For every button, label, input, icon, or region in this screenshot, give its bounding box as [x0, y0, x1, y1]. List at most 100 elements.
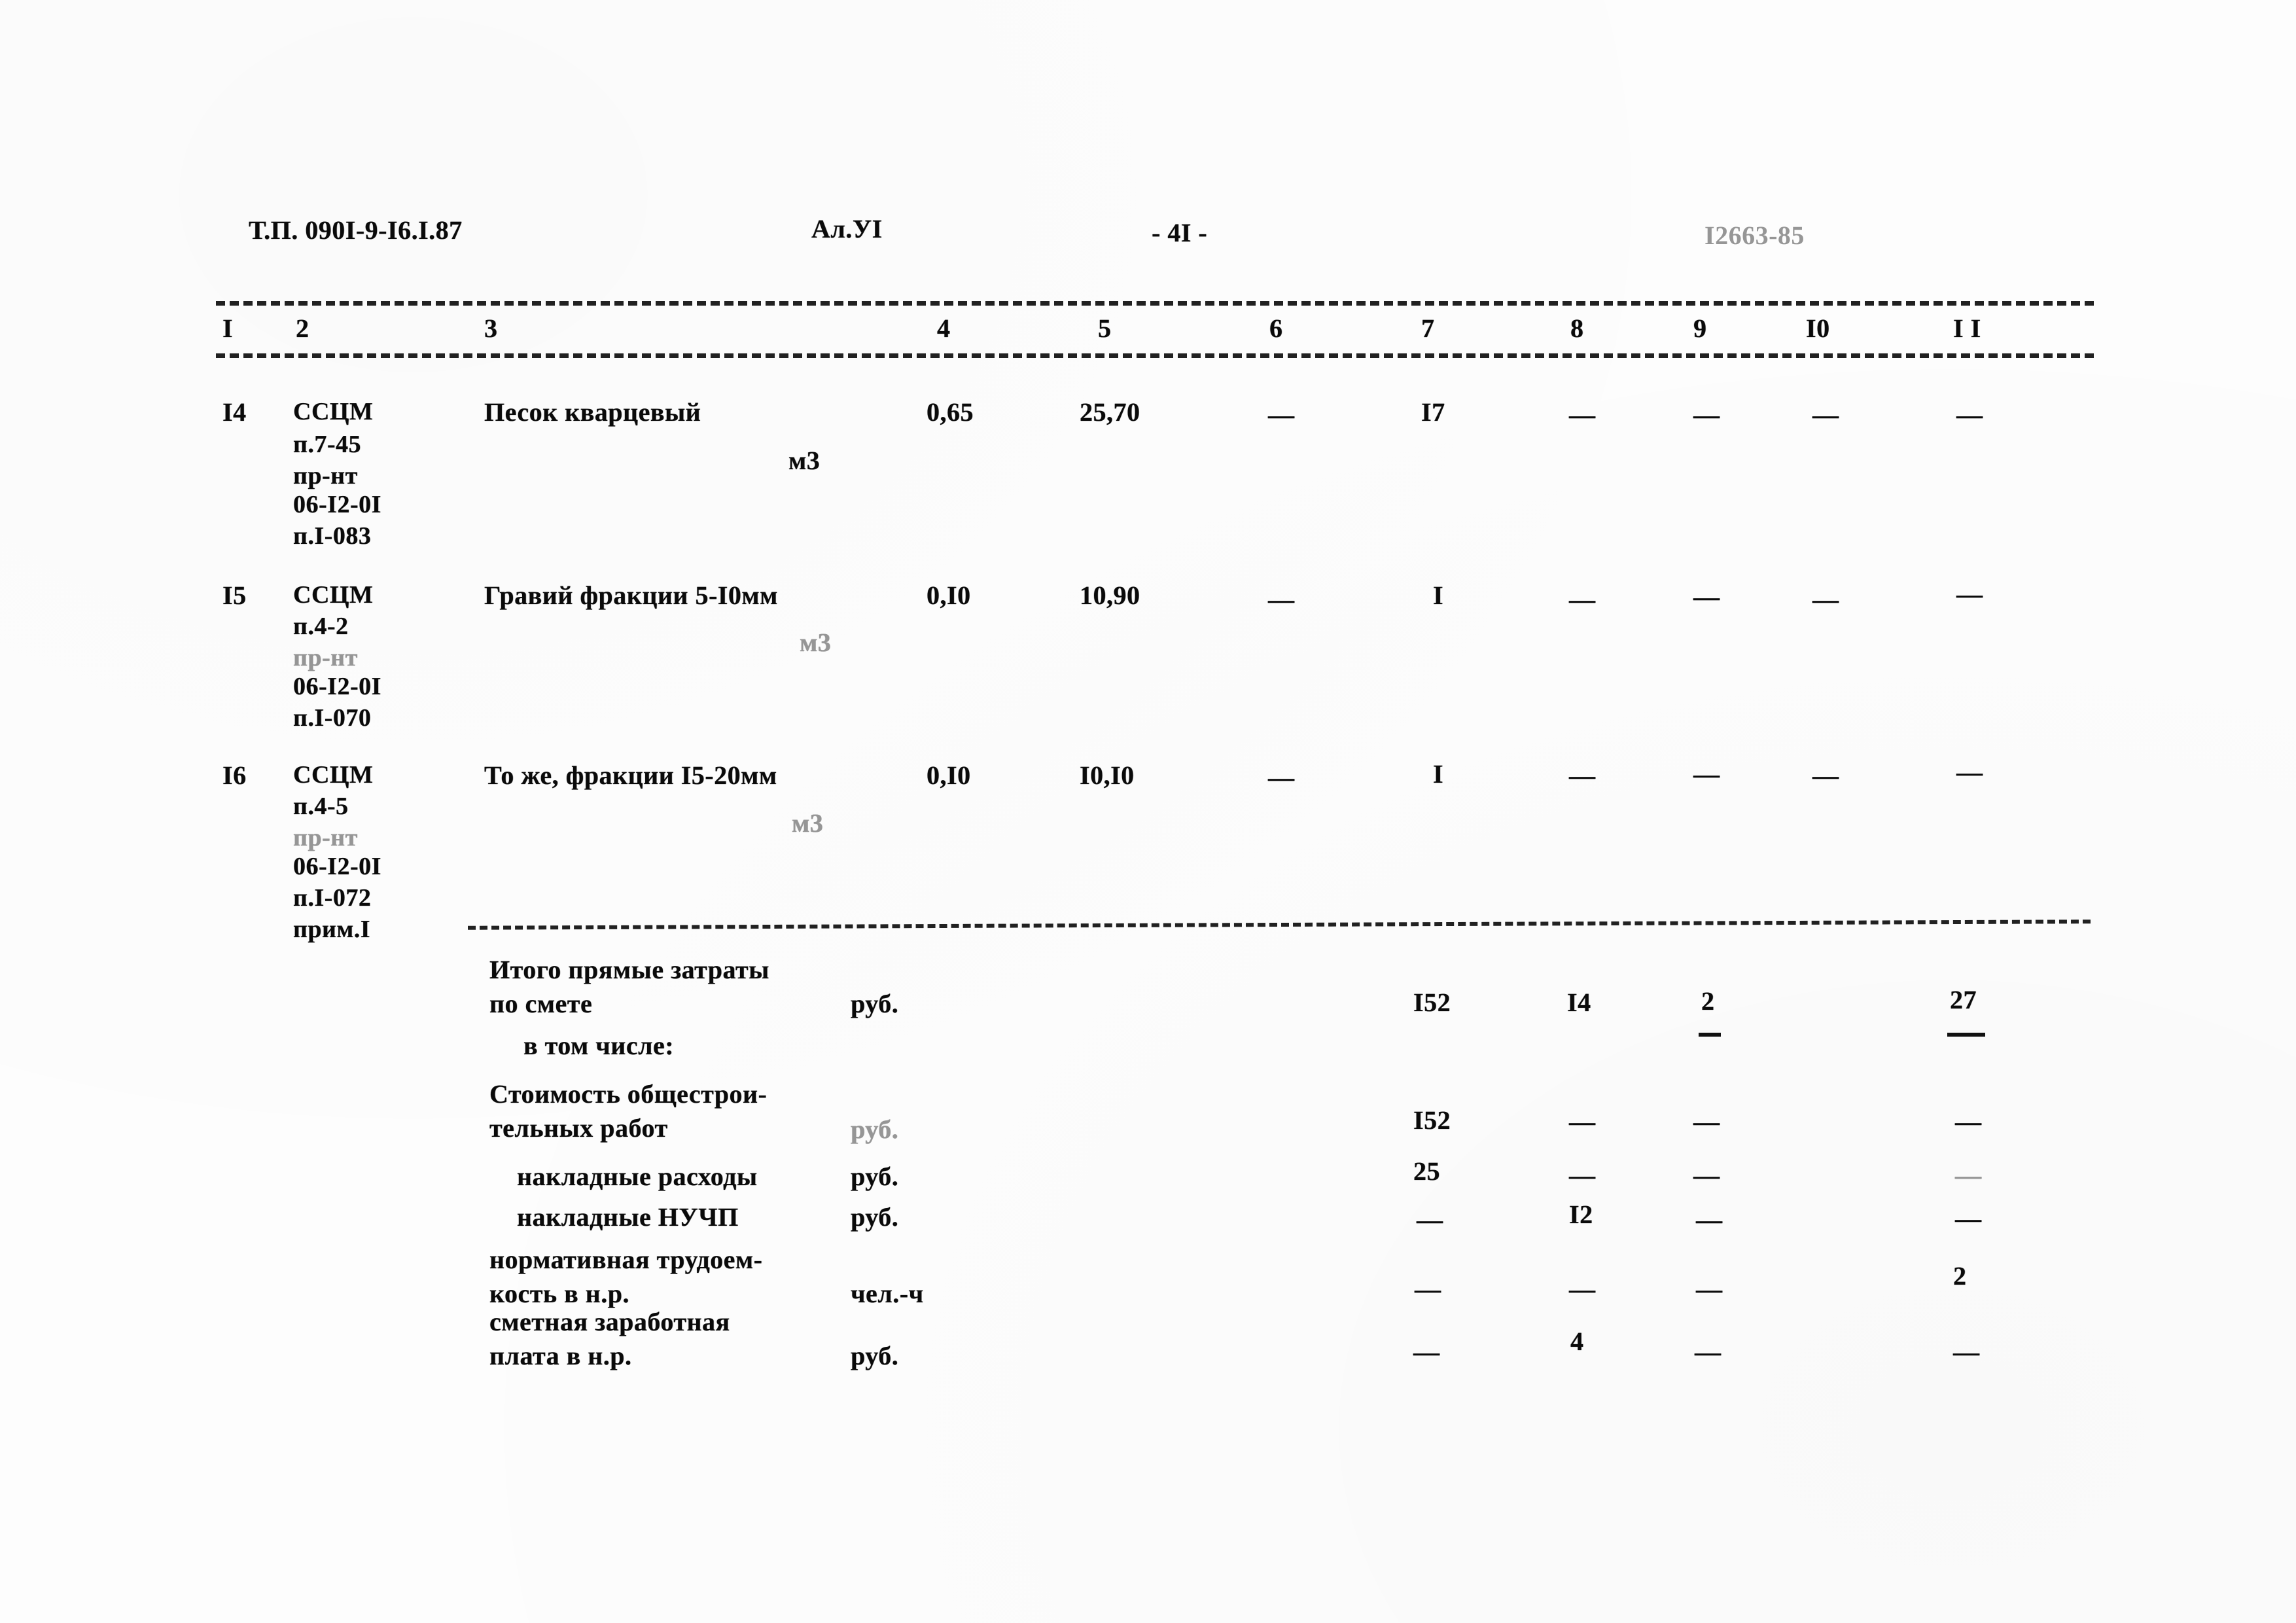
- table-rule-under-header: [216, 353, 2094, 358]
- summary-total-c11-underline: [1947, 1033, 1985, 1037]
- row-code-line: 06-I2-0I: [293, 853, 381, 880]
- row-cell-c8: —: [1569, 400, 1596, 429]
- row-cell-c6: —: [1268, 400, 1295, 429]
- summary-item-c8: —: [1569, 1274, 1596, 1304]
- row-code-line: п.I-072: [293, 884, 372, 912]
- summary-item-c8: 4: [1570, 1327, 1584, 1356]
- row-description: Песок кварцевый: [484, 397, 701, 427]
- row-code-line: п.7-45: [293, 431, 362, 458]
- summary-item-label-line1: накладные расходы: [517, 1162, 758, 1191]
- summary-item-label-line1: накладные НУЧП: [517, 1202, 739, 1232]
- row-code-line: ССЦМ: [293, 581, 374, 609]
- row-unit: м3: [788, 446, 821, 475]
- column-number-6: 6: [1269, 313, 1283, 343]
- column-number-2: 2: [296, 313, 309, 343]
- column-number-1: I: [222, 313, 234, 343]
- summary-item-label-line1: сметная заработная: [489, 1307, 730, 1336]
- row-cell-c10: —: [1812, 760, 1839, 790]
- column-number-10: I0: [1806, 313, 1830, 343]
- summary-including-label: в том числе:: [523, 1031, 675, 1060]
- summary-total-c7: I52: [1413, 988, 1451, 1017]
- summary-item-c9: —: [1696, 1205, 1723, 1234]
- summary-item-label-line1: нормативная трудоем-: [489, 1245, 763, 1274]
- row-cell-c9: —: [1693, 400, 1720, 429]
- summary-total-c9: 2: [1701, 986, 1715, 1016]
- summary-item-c9: —: [1693, 1160, 1720, 1190]
- row-code-line: п.4-2: [293, 613, 349, 640]
- column-number-5: 5: [1098, 313, 1112, 343]
- row-number: I6: [222, 760, 247, 790]
- summary-item-c8: —: [1569, 1107, 1596, 1136]
- row-cell-c6: —: [1268, 762, 1295, 792]
- column-number-4: 4: [937, 313, 951, 343]
- row-number: I5: [222, 580, 247, 610]
- summary-item-unit: чел.-ч: [851, 1279, 924, 1308]
- summary-item-label-line2: кость в н.р.: [489, 1279, 629, 1308]
- row-code-line: пр-нт: [293, 462, 358, 490]
- row-cell-c7: I: [1433, 580, 1444, 610]
- row-cell-c4: 0,65: [927, 397, 974, 427]
- summary-item-unit: руб.: [851, 1162, 899, 1191]
- row-cell-c10: —: [1812, 584, 1839, 614]
- summary-item-c8: I2: [1569, 1200, 1593, 1229]
- row-cell-c10: —: [1812, 400, 1839, 429]
- summary-item-unit: руб.: [851, 1202, 899, 1232]
- summary-item-label-line1: Стоимость общестрои-: [489, 1079, 768, 1109]
- summary-total-label-line2: по смете: [489, 989, 593, 1018]
- summary-item-unit: руб.: [851, 1341, 899, 1370]
- summary-total-unit: руб.: [851, 989, 899, 1018]
- row-code-line: ССЦМ: [293, 761, 374, 789]
- row-cell-c7: I: [1433, 759, 1444, 789]
- row-cell-c5: 10,90: [1080, 580, 1140, 610]
- summary-item-c11: —: [1955, 1107, 1982, 1136]
- row-cell-c9: —: [1693, 759, 1720, 789]
- column-number-9: 9: [1693, 313, 1707, 343]
- row-code-line: п.I-083: [293, 522, 372, 550]
- row-code-line: п.4-5: [293, 793, 349, 820]
- archive-stamp: I2663-85: [1704, 221, 1805, 250]
- column-number-3: 3: [484, 313, 498, 343]
- row-code-line: п.I-070: [293, 704, 372, 732]
- row-cell-c8: —: [1569, 584, 1596, 614]
- row-unit: м3: [800, 628, 832, 657]
- row-code-line: пр-нт: [293, 824, 358, 851]
- summary-item-label-line2: тельных работ: [489, 1113, 668, 1143]
- row-cell-c9: —: [1693, 582, 1720, 611]
- row-cell-c6: —: [1268, 584, 1295, 614]
- row-cell-c5: I0,I0: [1080, 760, 1135, 790]
- project-code: Т.П. 090I-9-I6.I.87: [249, 215, 463, 245]
- row-code-line: прим.I: [293, 916, 371, 943]
- row-cell-c8: —: [1569, 760, 1596, 790]
- summary-total-label-line1: Итого прямые затраты: [489, 955, 769, 984]
- summary-item-c7: 25: [1413, 1156, 1440, 1186]
- row-code-line: пр-нт: [293, 644, 358, 671]
- summary-item-c11: —: [1955, 1160, 1982, 1190]
- summary-item-c7: —: [1413, 1337, 1440, 1366]
- row-code-line: 06-I2-0I: [293, 673, 381, 700]
- row-cell-c4: 0,I0: [927, 580, 971, 610]
- summary-item-c9: —: [1693, 1107, 1720, 1136]
- summary-total-c8: I4: [1567, 988, 1591, 1017]
- row-cell-c5: 25,70: [1080, 397, 1140, 427]
- summary-item-label-line2: плата в н.р.: [489, 1341, 632, 1370]
- summary-item-c7: I52: [1413, 1105, 1451, 1135]
- summary-item-c11: 2: [1953, 1261, 1967, 1291]
- summary-total-c9-underline: [1699, 1033, 1721, 1037]
- summary-item-c7: —: [1415, 1274, 1441, 1304]
- table-rule-top: [216, 301, 2094, 306]
- row-code-line: 06-I2-0I: [293, 491, 381, 518]
- page-marker: - 4I -: [1152, 218, 1208, 247]
- scanned-document-page: Т.П. 090I-9-I6.I.87 Ал.УI - 4I - I2663-8…: [0, 0, 2296, 1623]
- summary-item-c9: —: [1696, 1274, 1723, 1304]
- summary-item-c9: —: [1695, 1337, 1722, 1366]
- row-cell-c7: I7: [1421, 397, 1445, 427]
- column-number-8: 8: [1570, 313, 1584, 343]
- column-number-11: I I: [1953, 313, 1981, 343]
- row-number: I4: [222, 397, 247, 427]
- summary-item-c7: —: [1417, 1205, 1443, 1234]
- row-cell-c11: —: [1956, 757, 1983, 787]
- row-code-line: ССЦМ: [293, 398, 374, 425]
- summary-item-c8: —: [1569, 1160, 1596, 1190]
- row-cell-c4: 0,I0: [927, 760, 971, 790]
- column-number-7: 7: [1421, 313, 1435, 343]
